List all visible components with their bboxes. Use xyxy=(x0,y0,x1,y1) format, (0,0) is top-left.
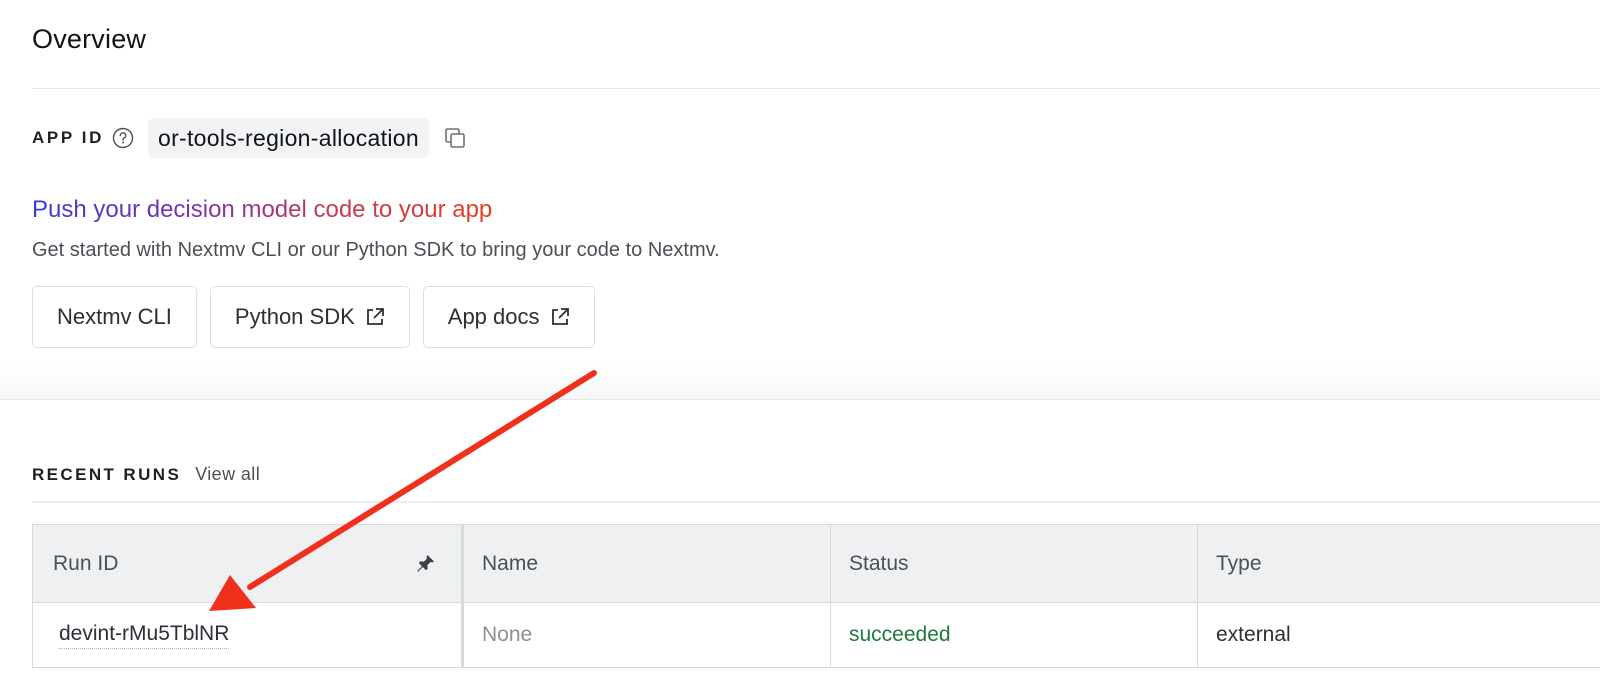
column-header-label: Run ID xyxy=(53,551,119,575)
run-id-cell: devint-rMu5TblNR xyxy=(33,603,464,667)
button-label: Python SDK xyxy=(234,304,355,329)
external-link-icon xyxy=(365,307,385,327)
python-sdk-button[interactable]: Python SDK xyxy=(209,286,410,348)
button-label: App docs xyxy=(447,304,540,329)
app-id-value: or-tools-region-allocation xyxy=(147,118,429,158)
column-header-status[interactable]: Status xyxy=(831,525,1198,602)
push-subtext: Get started with Nextmv CLI or our Pytho… xyxy=(32,239,720,261)
push-heading: Push your decision model code to your ap… xyxy=(32,196,493,223)
divider xyxy=(32,501,1600,503)
page-title: Overview xyxy=(32,24,147,54)
view-all-link[interactable]: View all xyxy=(195,464,260,485)
app-id-label: APP ID xyxy=(32,128,104,147)
run-id-link[interactable]: devint-rMu5TblNR xyxy=(59,622,230,649)
app-id-row: APP ID or-tools-region-allocation xyxy=(32,118,467,158)
divider xyxy=(0,399,1600,400)
run-status-cell: succeeded xyxy=(831,603,1198,667)
help-icon[interactable] xyxy=(112,127,134,149)
pin-icon[interactable] xyxy=(413,552,437,576)
column-header-run-id[interactable]: Run ID xyxy=(33,525,464,602)
button-row: Nextmv CLI Python SDK App docs xyxy=(32,286,595,348)
table-row[interactable]: devint-rMu5TblNR None succeeded external xyxy=(33,603,1600,667)
run-type-cell: external xyxy=(1216,623,1291,646)
recent-runs-header: RECENT RUNS View all xyxy=(32,464,260,485)
column-header-name[interactable]: Name xyxy=(464,525,831,602)
run-name-cell: None xyxy=(464,603,831,667)
divider xyxy=(32,88,1600,89)
nextmv-cli-button[interactable]: Nextmv CLI xyxy=(32,286,197,348)
recent-runs-label: RECENT RUNS xyxy=(32,465,182,484)
section-fade xyxy=(0,362,1600,400)
app-docs-button[interactable]: App docs xyxy=(422,286,595,348)
table-header-row: Run ID Name Status Type xyxy=(33,525,1600,603)
recent-runs-table: Run ID Name Status Type devint-rMu5TblNR… xyxy=(32,524,1600,668)
button-label: Nextmv CLI xyxy=(57,304,172,329)
external-link-icon xyxy=(550,307,570,327)
copy-icon[interactable] xyxy=(443,126,467,150)
column-header-type[interactable]: Type xyxy=(1198,525,1600,602)
